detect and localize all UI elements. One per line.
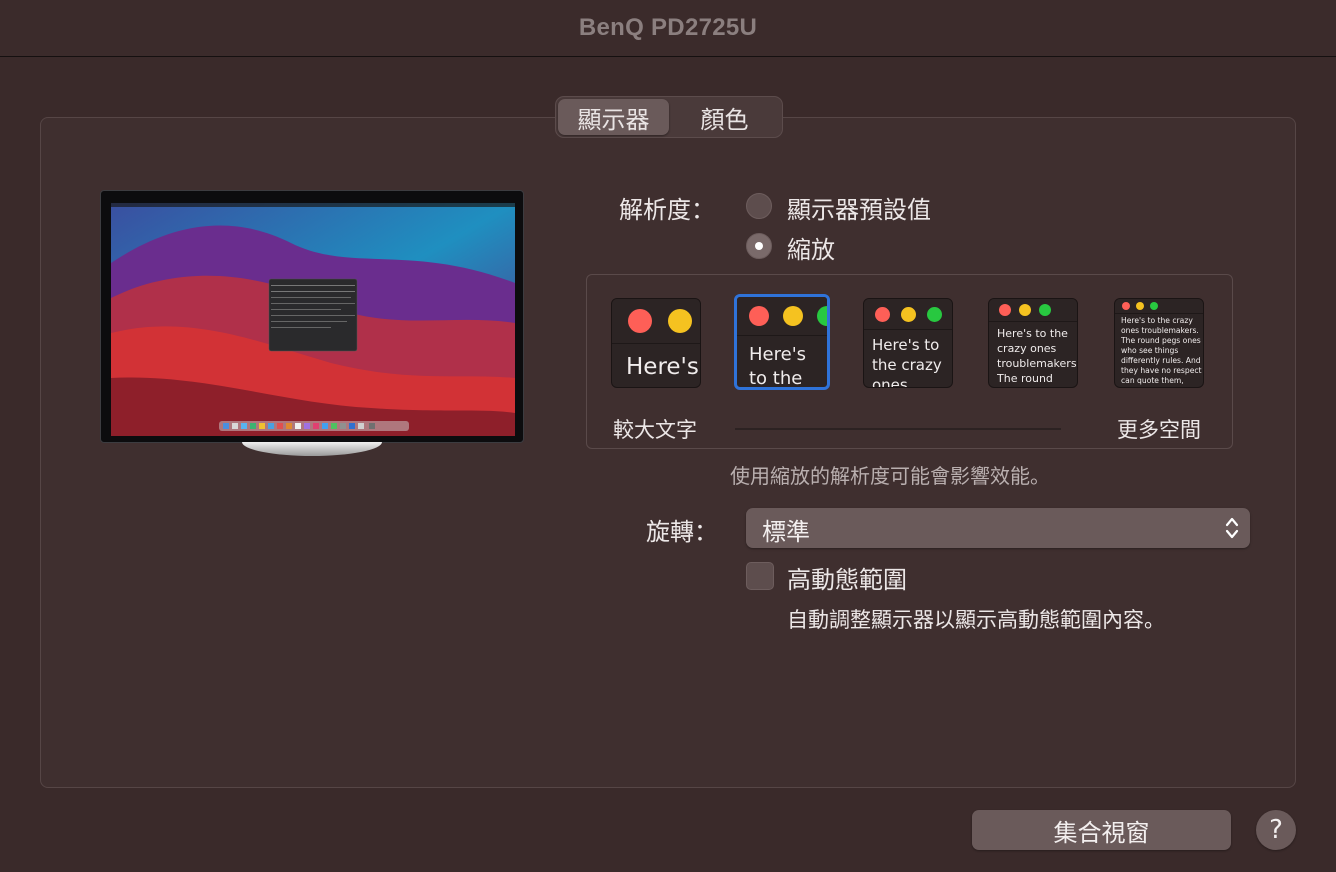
monitor-bezel (100, 190, 524, 443)
larger-text-label: 較大文字 (613, 418, 697, 442)
rotation-select[interactable]: 標準 (746, 508, 1250, 548)
scale-option-2[interactable]: Here's to the crazy ones troublemakers. … (734, 294, 830, 390)
more-space-label: 更多空間 (1117, 418, 1201, 442)
rotation-select-value: 標準 (762, 518, 810, 546)
hdr-label[interactable]: 高動態範圍 (787, 560, 907, 595)
rotation-label: 旋轉： (646, 518, 718, 546)
monitor-illustration (100, 190, 524, 460)
hdr-checkbox[interactable] (746, 562, 774, 590)
sample-text: Here's to the crazy ones troublemakers. … (872, 336, 942, 387)
tab-color[interactable]: 顏色 (669, 99, 780, 135)
monitor-screen (111, 203, 515, 436)
scale-option-4[interactable]: Here's to the crazy ones troublemakers. … (988, 298, 1078, 388)
sample-text: Here's to the crazy ones troublemakers. … (1121, 316, 1202, 385)
minimize-dot-icon (1019, 304, 1031, 316)
radio-scaled[interactable] (746, 233, 772, 259)
scale-option-1[interactable]: Here's to the crazy ones troublemakers. … (611, 298, 701, 388)
question-mark-icon[interactable]: ? (1256, 810, 1296, 850)
minimize-dot-icon (783, 306, 803, 326)
title-bar: BenQ PD2725U (0, 0, 1336, 57)
sample-text: Here's to the crazy ones troublemakers. … (997, 327, 1077, 385)
close-dot-icon (1122, 302, 1130, 310)
zoom-dot-icon (817, 306, 827, 326)
minimize-dot-icon (1136, 302, 1144, 310)
segmented-tabs: 顯示器 顏色 (555, 96, 783, 138)
close-dot-icon (875, 307, 890, 322)
minimize-dot-icon (668, 309, 692, 333)
minimize-dot-icon (901, 307, 916, 322)
scaling-slider-track (735, 428, 1061, 430)
scale-option-3[interactable]: Here's to the crazy ones troublemakers. … (863, 298, 953, 388)
resolution-label: 解析度： (619, 196, 715, 224)
tab-display[interactable]: 顯示器 (558, 99, 669, 135)
zoom-dot-icon (927, 307, 942, 322)
scaling-performance-note: 使用縮放的解析度可能會影響效能。 (730, 464, 1050, 488)
window-title: BenQ PD2725U (578, 14, 758, 41)
radio-scaled-label[interactable]: 縮放 (787, 230, 835, 265)
zoom-dot-icon (1039, 304, 1051, 316)
monitor-stand (242, 442, 382, 456)
radio-default-resolution[interactable] (746, 193, 772, 219)
hdr-description: 自動調整顯示器以顯示高動態範圍內容。 (787, 608, 1165, 632)
close-dot-icon (749, 306, 769, 326)
sample-text: Here's to the crazy ones troublemakers. … (626, 354, 699, 380)
scale-option-5[interactable]: Here's to the crazy ones troublemakers. … (1114, 298, 1204, 388)
radio-default-resolution-label[interactable]: 顯示器預設值 (787, 190, 931, 225)
updown-chevron-icon (1225, 517, 1239, 539)
wallpaper-image (111, 203, 515, 436)
gather-windows-button[interactable]: 集合視窗 (972, 810, 1231, 850)
close-dot-icon (628, 309, 652, 333)
sample-text: Here's to the crazy ones troublemakers. … (749, 344, 807, 387)
zoom-dot-icon (1150, 302, 1158, 310)
close-dot-icon (999, 304, 1011, 316)
